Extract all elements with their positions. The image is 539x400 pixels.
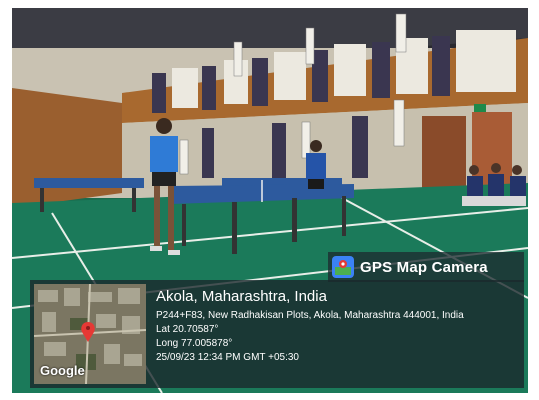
address-line: P244+F83, New Radhakisan Plots, Akola, M…: [156, 310, 464, 321]
timestamp: 25/09/23 12:34 PM GMT +05:30: [156, 352, 299, 363]
location-details: Akola, Maharashtra, India P244+F83, New …: [156, 288, 518, 365]
longitude: Long 77.005878°: [156, 338, 233, 349]
app-name: GPS Map Camera: [360, 258, 488, 276]
map-thumbnail: Google: [34, 284, 146, 384]
photo-frame: GPS Map Camera Google Akola, Maharashtra…: [12, 8, 528, 393]
place-name: Akola, Maharashtra, India: [156, 288, 327, 305]
google-logo: Google: [40, 363, 85, 378]
gps-camera-logo-icon: [332, 256, 354, 278]
gps-camera-header: GPS Map Camera: [328, 252, 524, 282]
location-stamp: Google Akola, Maharashtra, India P244+F8…: [30, 280, 524, 388]
latitude: Lat 20.70587°: [156, 324, 219, 335]
